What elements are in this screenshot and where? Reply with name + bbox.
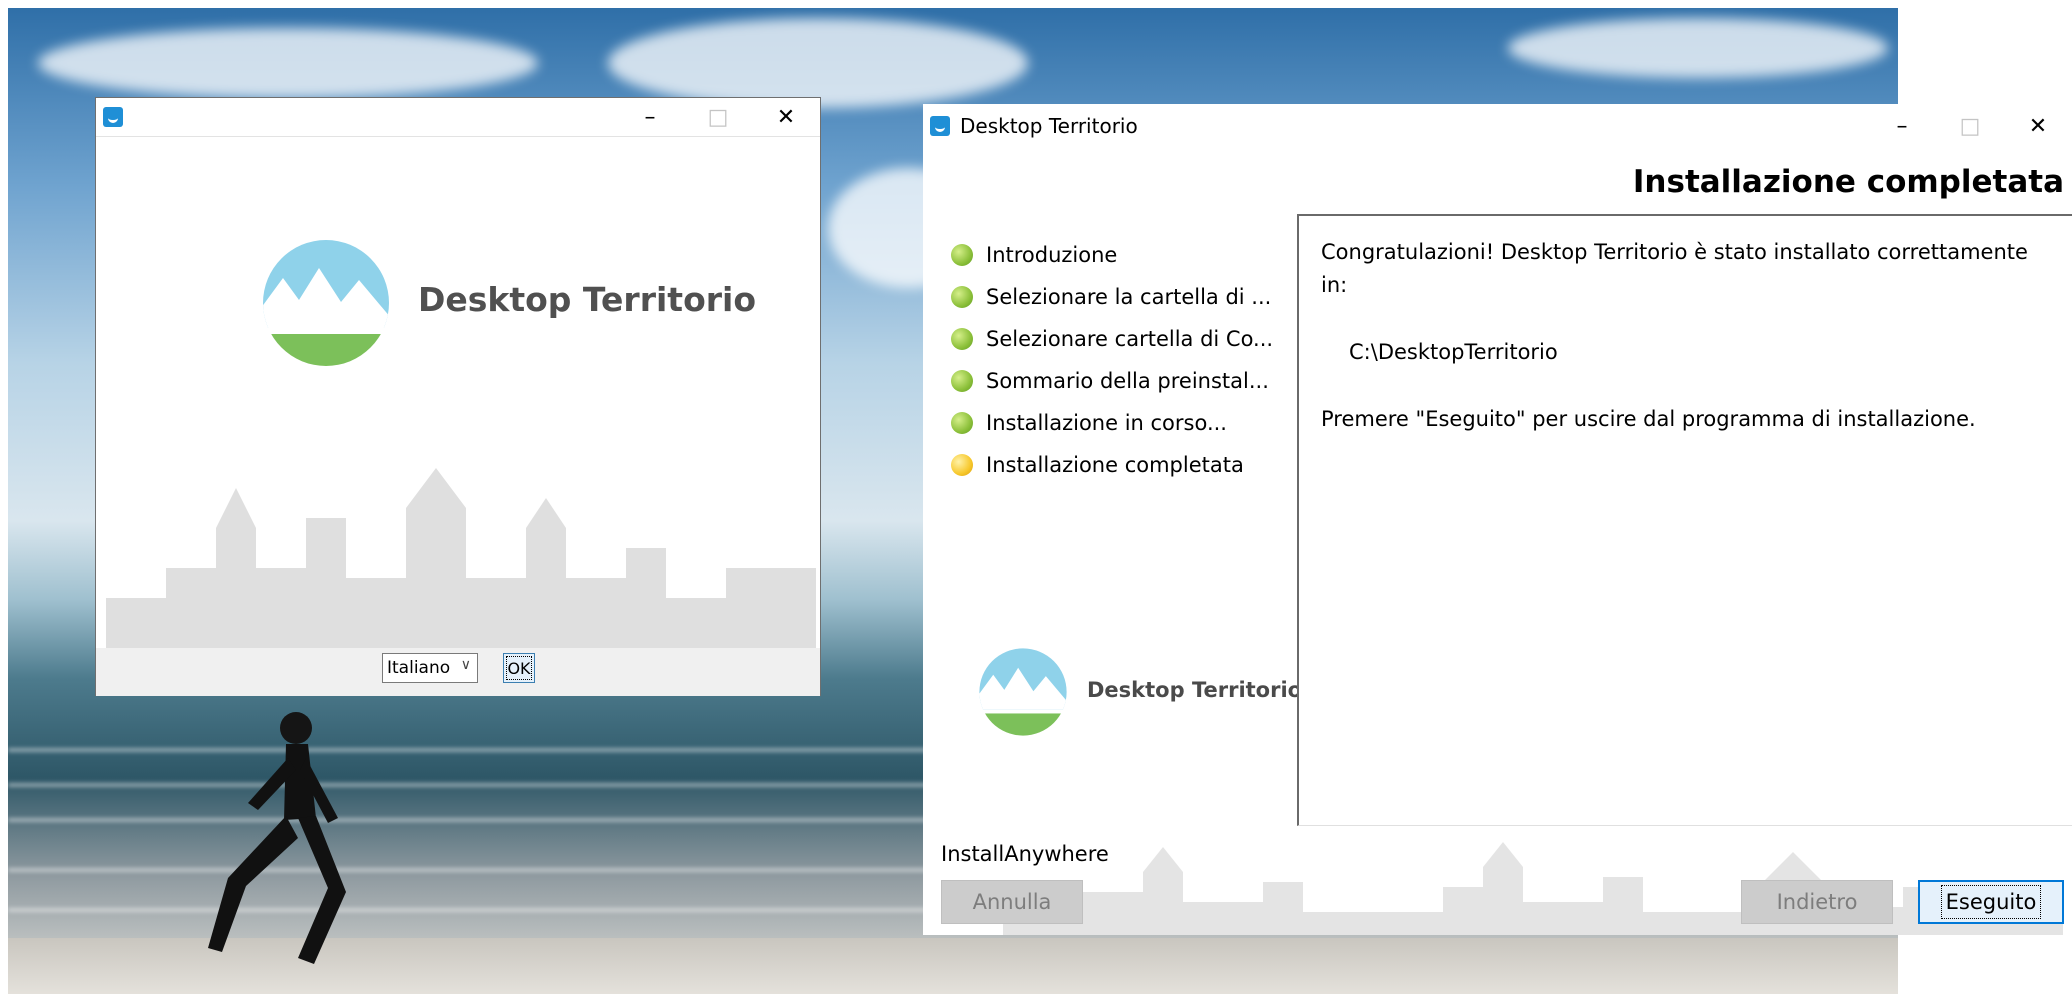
step-label: Installazione in corso... (986, 411, 1227, 435)
app-icon (930, 116, 950, 136)
city-skyline-decoration (106, 468, 816, 648)
installer-title: Desktop Territorio (960, 114, 1138, 138)
language-dialog-titlebar[interactable]: – □ ✕ (96, 98, 820, 137)
congrats-message: Congratulazioni! Desktop Territorio è st… (1321, 240, 2028, 264)
back-button[interactable]: Indietro (1741, 880, 1893, 924)
ok-button[interactable]: OK (503, 653, 535, 683)
minimize-icon: – (1896, 113, 1908, 139)
mountain-logo-icon (979, 648, 1067, 736)
cloud (608, 18, 1028, 108)
step-item: Sommario della preinstal... (951, 360, 1273, 402)
step-label: Sommario della preinstal... (986, 369, 1269, 393)
steps-list: Introduzione Selezionare la cartella di … (951, 234, 1273, 486)
minimize-icon: – (644, 104, 656, 130)
mountain-logo-icon (263, 240, 389, 366)
step-label: Selezionare cartella di Co... (986, 327, 1274, 351)
language-select[interactable]: Italiano ∨ (382, 653, 478, 683)
done-button-label: Eseguito (1940, 885, 2042, 919)
install-path: C:\DesktopTerritorio (1349, 340, 1558, 364)
content-panel: Congratulazioni! Desktop Territorio è st… (1297, 214, 2072, 826)
step-done-icon (951, 328, 973, 350)
maximize-icon: □ (1959, 113, 1981, 139)
step-item: Introduzione (951, 234, 1273, 276)
close-icon: ✕ (776, 104, 796, 130)
step-current-icon (951, 454, 973, 476)
exit-instructions: Premere "Eseguito" per uscire dal progra… (1321, 407, 1976, 431)
splash-logo-text: Desktop Territorio (418, 280, 756, 319)
cancel-button[interactable]: Annulla (941, 880, 1083, 924)
step-item: Selezionare cartella di Co... (951, 318, 1273, 360)
language-dialog: – □ ✕ Desktop Territorio Italiano ∨ OK (95, 97, 821, 696)
step-label: Selezionare la cartella di ... (986, 285, 1272, 309)
step-done-icon (951, 370, 973, 392)
congrats-message-continued: in: (1321, 273, 1348, 297)
language-select-value: Italiano (387, 658, 451, 678)
step-done-icon (951, 244, 973, 266)
step-item: Selezionare la cartella di ... (951, 276, 1273, 318)
installer-titlebar[interactable]: Desktop Territorio – □ ✕ (923, 104, 2072, 148)
step-item-current: Installazione completata (951, 444, 1273, 486)
installer-window: Desktop Territorio – □ ✕ Installazione c… (923, 104, 2072, 935)
installanywhere-brand: InstallAnywhere (941, 842, 1109, 866)
close-button[interactable]: ✕ (2004, 104, 2072, 148)
city-skyline-decoration (1003, 842, 2063, 935)
done-button[interactable]: Eseguito (1918, 880, 2064, 924)
step-heading: Installazione completata (1632, 164, 2064, 200)
step-item: Installazione in corso... (951, 402, 1273, 444)
maximize-icon: □ (707, 104, 729, 130)
minimize-button[interactable]: – (616, 98, 684, 136)
maximize-button: □ (684, 98, 752, 136)
chevron-down-icon: ∨ (460, 657, 471, 673)
step-done-icon (951, 286, 973, 308)
maximize-button: □ (1936, 104, 2004, 148)
step-done-icon (951, 412, 973, 434)
minimize-button[interactable]: – (1868, 104, 1936, 148)
step-label: Introduzione (986, 243, 1118, 267)
close-icon: ✕ (2028, 113, 2048, 139)
close-button[interactable]: ✕ (752, 98, 820, 136)
cloud (1508, 18, 1888, 78)
app-icon (103, 107, 123, 127)
cloud (38, 28, 538, 98)
step-label: Installazione completata (986, 453, 1244, 477)
side-logo-text: Desktop Territorio (1087, 678, 1303, 702)
runner-silhouette (208, 712, 346, 964)
